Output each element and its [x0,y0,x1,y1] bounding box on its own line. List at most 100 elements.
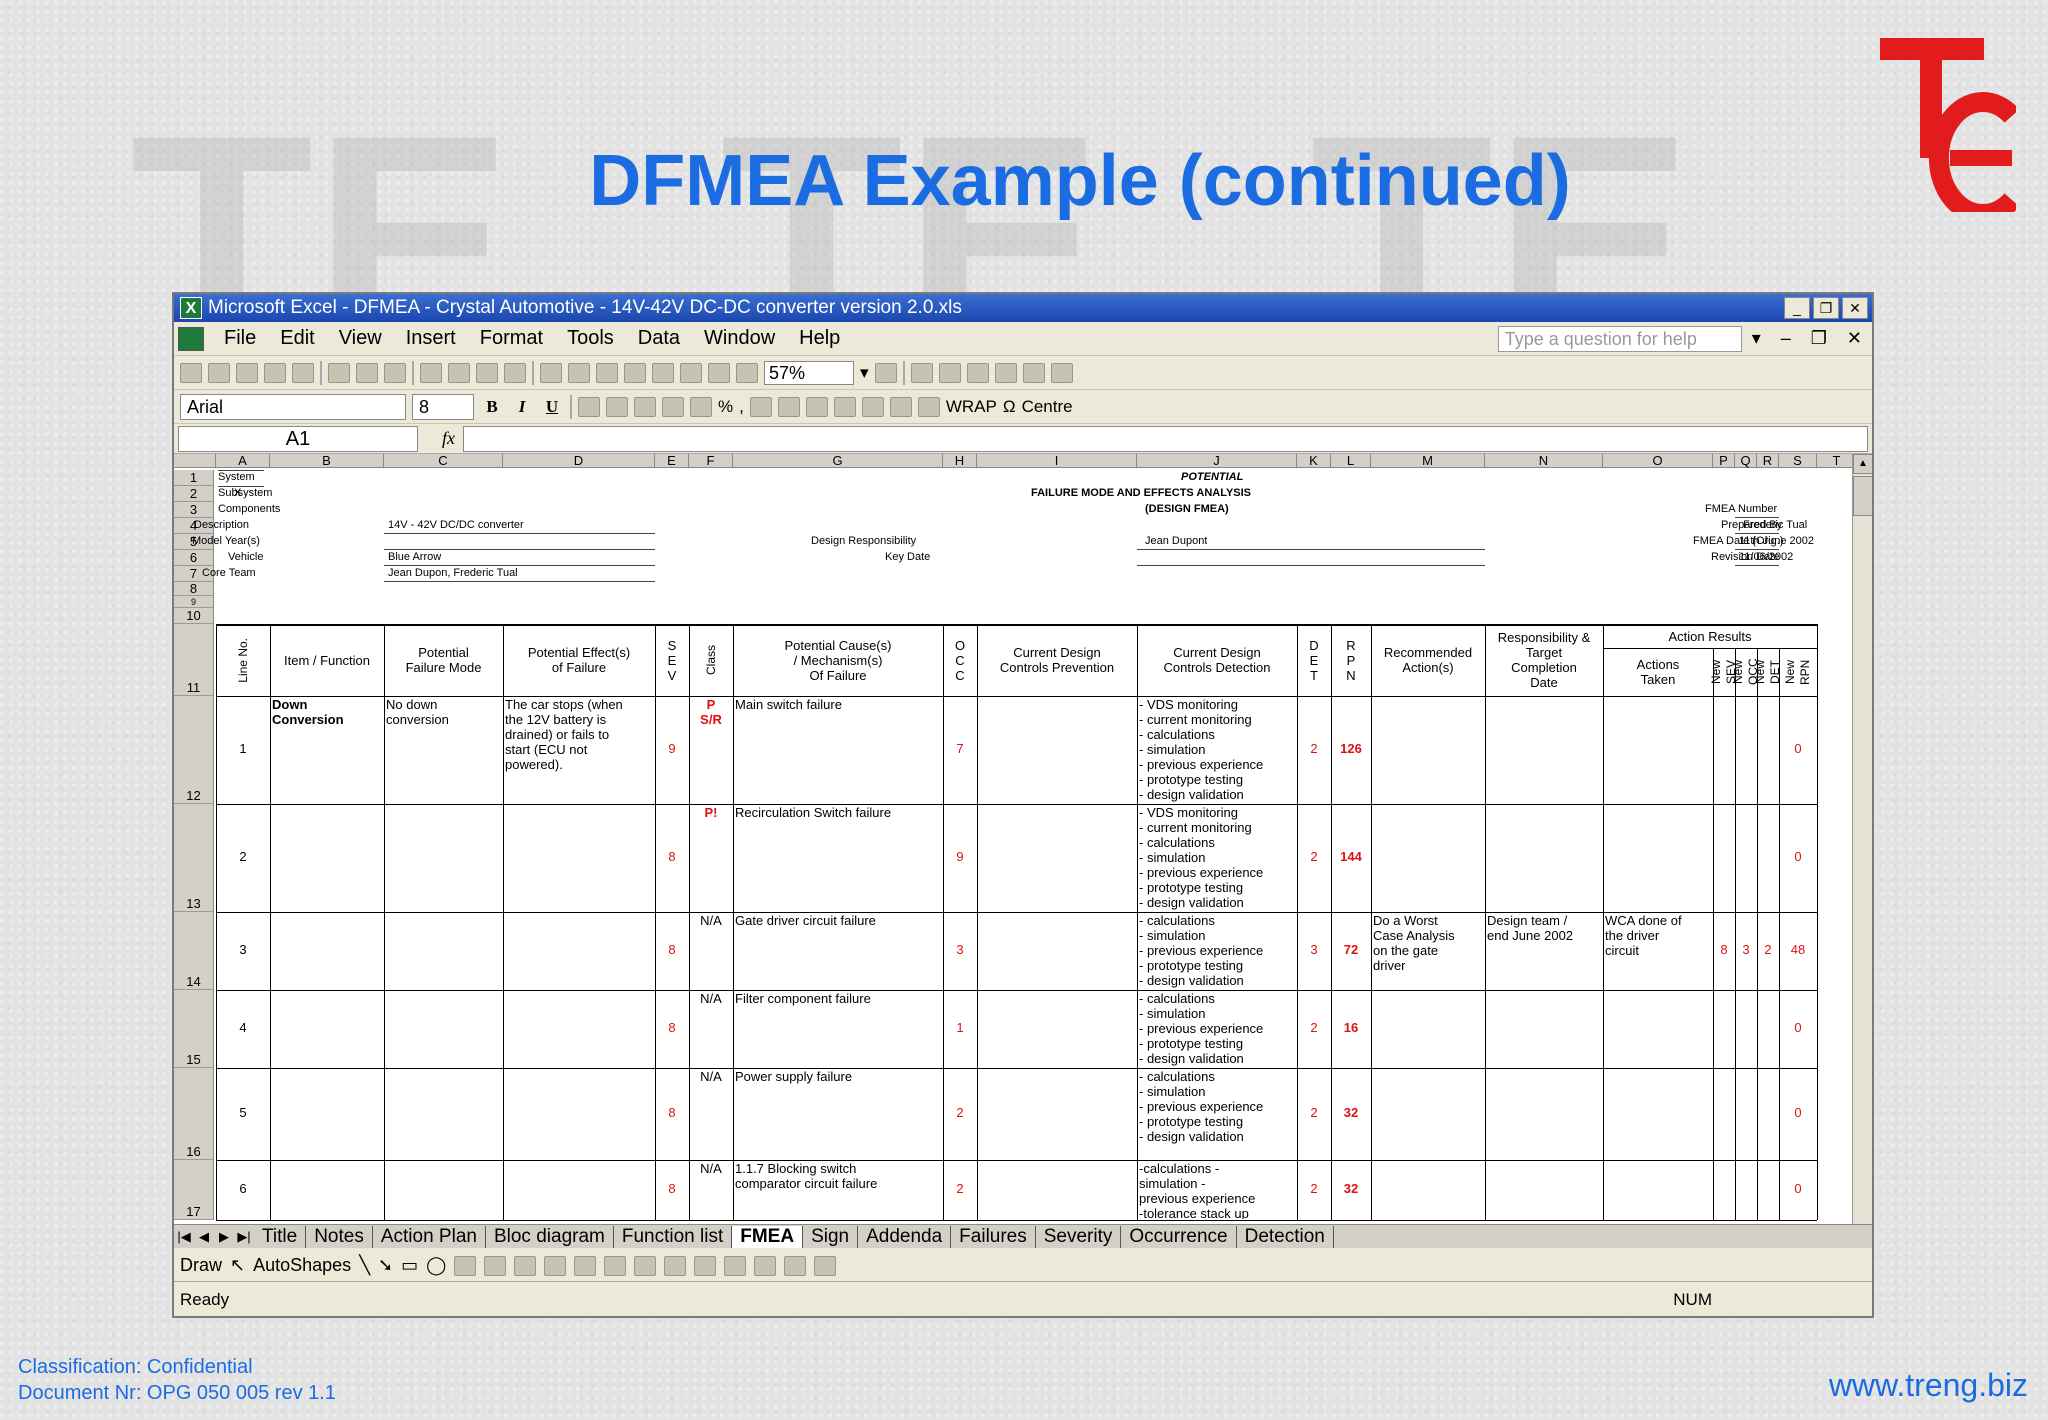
redo-icon[interactable] [568,362,590,383]
3d-icon[interactable] [814,1255,837,1276]
vehicle-label[interactable]: Vehicle [228,550,263,565]
fmea-number-label[interactable]: FMEA Number [1705,502,1777,517]
sev-cell[interactable]: 8 [657,1069,687,1159]
open-icon[interactable] [208,362,230,383]
clipart-icon[interactable] [544,1255,567,1276]
failure-mode-cell[interactable] [386,913,501,989]
new-det-cell[interactable] [1759,991,1777,1067]
column-header[interactable]: I [977,454,1137,468]
row-header[interactable]: 8 [174,582,214,596]
next-sheet-icon[interactable]: ▶ [214,1229,234,1245]
det-cell[interactable]: 2 [1299,1069,1329,1159]
row-header[interactable]: 1 [174,470,214,486]
zoom-dropdown-icon[interactable]: ▾ [860,363,869,383]
decrease-indent-icon[interactable] [805,396,828,417]
column-header[interactable]: C [384,454,503,468]
new-sev-cell[interactable]: 8 [1715,913,1733,989]
subsystem-label[interactable]: Subsystem [218,486,272,501]
scroll-up-icon[interactable]: ▲ [1853,454,1872,474]
doc-restore-button[interactable]: ❐ [1811,328,1827,349]
fmea-title[interactable]: FAILURE MODE AND EFFECTS ANALYSIS [1031,486,1251,501]
sheet-tab-sign[interactable]: Sign [803,1225,859,1248]
new-sev-cell[interactable] [1715,1161,1733,1219]
det-cell[interactable]: 2 [1299,991,1329,1067]
centre-button[interactable]: Centre [1022,397,1073,417]
failure-mode-cell[interactable]: No down conversion [386,697,501,803]
failure-mode-cell[interactable] [386,805,501,911]
row-header[interactable]: 15 [174,990,214,1068]
textbox-icon[interactable] [454,1255,477,1276]
rpn-cell[interactable]: 126 [1333,697,1369,803]
line-no-cell[interactable]: 3 [218,913,268,989]
function-icon[interactable]: fx [442,428,455,449]
workbook-icon[interactable] [178,326,204,351]
description-label[interactable]: Description [194,518,249,533]
sev-cell[interactable]: 8 [657,913,687,989]
core-team-label[interactable]: Core Team [202,566,256,581]
row-header[interactable]: 12 [174,696,214,804]
new-det-cell[interactable] [1759,697,1777,803]
line-color-icon[interactable] [634,1255,657,1276]
line-no-cell[interactable]: 1 [218,697,268,803]
pie-chart-icon[interactable] [966,362,989,383]
item-cell[interactable] [272,1161,382,1219]
menu-window[interactable]: Window [704,327,775,350]
new-det-cell[interactable] [1759,805,1777,911]
det-cell[interactable]: 2 [1299,805,1329,911]
decrease-decimal-icon[interactable] [777,396,800,417]
menu-data[interactable]: Data [638,327,680,350]
doc-minimize-button[interactable]: – [1781,328,1791,349]
arrow-line-icon[interactable]: ➘ [378,1255,393,1276]
new-occ-cell[interactable] [1737,697,1755,803]
column-header[interactable]: E [655,454,689,468]
sev-cell[interactable]: 8 [657,805,687,911]
row-header[interactable]: 6 [174,550,214,566]
column-header[interactable]: H [943,454,977,468]
actions-taken-cell[interactable] [1605,697,1711,803]
recommended-cell[interactable] [1373,697,1483,803]
rpn-cell[interactable]: 32 [1333,1161,1369,1219]
description-value[interactable]: 14V - 42V DC/DC converter [388,518,524,533]
align-left-icon[interactable] [578,396,600,417]
new-det-cell[interactable] [1759,1069,1777,1159]
item-cell[interactable] [272,991,382,1067]
column-header[interactable]: Q [1735,454,1757,468]
text-color-icon[interactable] [664,1255,687,1276]
recommended-cell[interactable]: Do a Worst Case Analysis on the gate dri… [1373,913,1483,989]
sheet-tab-detection[interactable]: Detection [1237,1225,1334,1248]
omega-icon[interactable]: Ω [1003,397,1016,417]
recommended-cell[interactable] [1373,1161,1483,1219]
responsibility-cell[interactable] [1487,1161,1601,1219]
new-occ-cell[interactable] [1737,805,1755,911]
email-icon[interactable] [292,362,314,383]
table-icon[interactable] [1022,362,1045,383]
column-header[interactable]: R [1757,454,1779,468]
effect-cell[interactable]: The car stops (when the 12V battery is d… [505,697,653,803]
rpn-cell[interactable]: 32 [1333,1069,1369,1159]
design-resp-value[interactable]: Jean Dupont [1145,534,1207,549]
effect-cell[interactable] [505,1069,653,1159]
increase-indent-icon[interactable] [833,396,856,417]
line-icon[interactable]: ╲ [359,1255,370,1276]
responsibility-cell[interactable]: Design team / end June 2002 [1487,913,1601,989]
row-header[interactable]: 14 [174,912,214,990]
column-header[interactable]: M [1371,454,1485,468]
row-header[interactable]: 9 [174,596,214,608]
class-cell[interactable]: P S/R [691,697,731,803]
align-center-icon[interactable] [606,396,628,417]
prevention-cell[interactable] [979,697,1135,803]
failure-mode-cell[interactable] [386,991,501,1067]
menu-view[interactable]: View [339,327,382,350]
prevention-cell[interactable] [979,1069,1135,1159]
fmea-date-value[interactable]: 11th June 2002 [1739,534,1814,549]
merge-center-icon[interactable] [662,396,684,417]
new-occ-cell[interactable] [1737,991,1755,1067]
first-sheet-icon[interactable]: |◀ [174,1229,194,1245]
actions-taken-cell[interactable] [1605,1069,1711,1159]
vertical-scrollbar[interactable]: ▲ [1852,454,1872,1224]
wrap-button[interactable]: WRAP [946,397,997,417]
cause-cell[interactable]: Filter component failure [735,991,941,1067]
model-year-label[interactable]: Model Year(s) [192,534,260,549]
line-no-cell[interactable]: 2 [218,805,268,911]
column-header[interactable]: L [1331,454,1371,468]
